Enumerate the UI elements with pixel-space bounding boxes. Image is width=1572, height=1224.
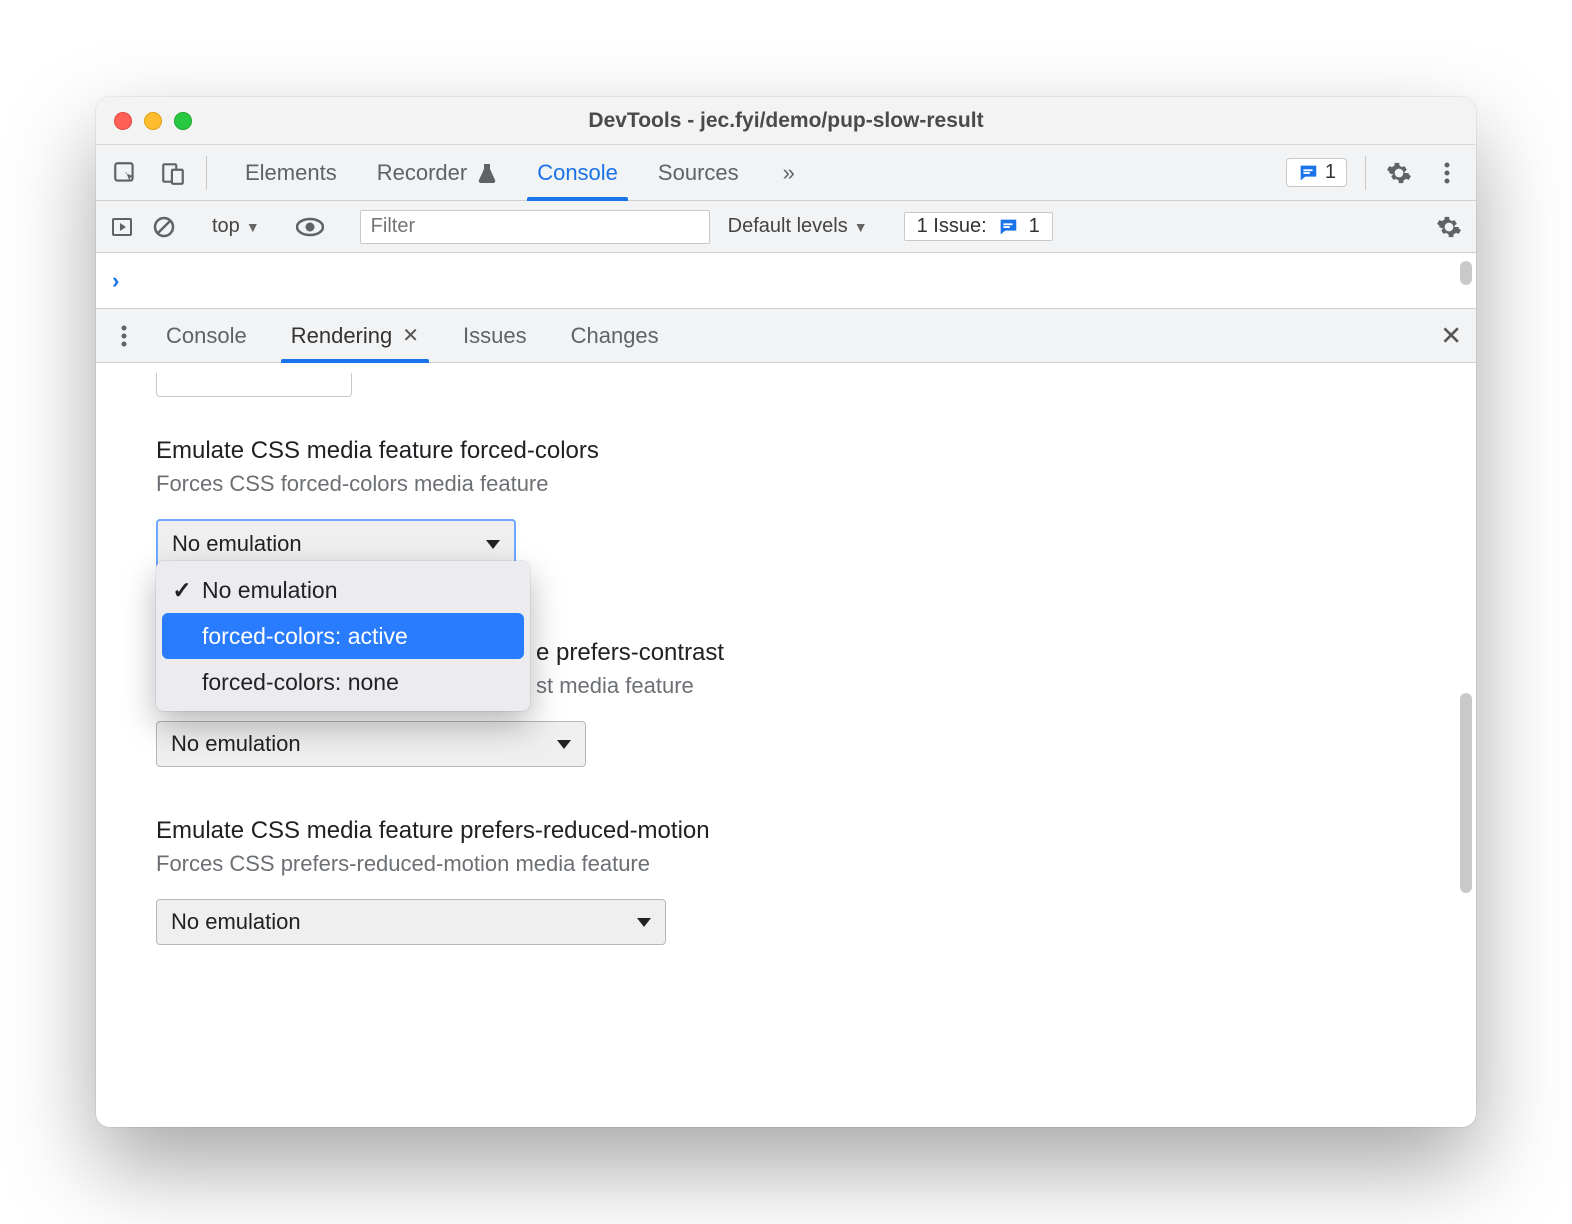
drawer-tab-console[interactable]: Console bbox=[144, 309, 269, 362]
drawer-more-menu-icon[interactable] bbox=[104, 309, 144, 362]
window-maximize-button[interactable] bbox=[174, 112, 192, 130]
scrollbar-thumb[interactable] bbox=[1460, 261, 1472, 285]
execution-context-selector[interactable]: top ▼ bbox=[212, 215, 260, 238]
chevron-down-icon bbox=[557, 740, 571, 749]
window-title: DevTools - jec.fyi/demo/pup-slow-result bbox=[96, 109, 1476, 133]
toolbar-divider bbox=[206, 156, 207, 190]
window-titlebar: DevTools - jec.fyi/demo/pup-slow-result bbox=[96, 97, 1476, 145]
forced-colors-dropdown: ✓ No emulation forced-colors: active for… bbox=[156, 561, 530, 711]
option-label: forced-colors: active bbox=[202, 623, 408, 650]
chevron-down-icon: ▼ bbox=[246, 219, 260, 235]
more-tabs-icon[interactable]: » bbox=[777, 160, 801, 186]
select-value: No emulation bbox=[171, 909, 301, 935]
window-minimize-button[interactable] bbox=[144, 112, 162, 130]
main-tabs: Elements Recorder Console Sources bbox=[225, 145, 759, 200]
tab-label: Elements bbox=[245, 160, 337, 186]
checkmark-icon: ✓ bbox=[172, 577, 192, 604]
main-toolbar: Elements Recorder Console Sources » bbox=[96, 145, 1476, 201]
tab-console[interactable]: Console bbox=[517, 145, 638, 200]
prefers-contrast-select[interactable]: No emulation bbox=[156, 721, 586, 767]
console-filter-input[interactable] bbox=[360, 210, 710, 244]
tab-elements[interactable]: Elements bbox=[225, 145, 357, 200]
settings-icon[interactable] bbox=[1384, 158, 1414, 188]
drawer-tab-label: Changes bbox=[571, 323, 659, 349]
section-title: Emulate CSS media feature prefers-reduce… bbox=[156, 817, 1416, 845]
tab-label: Sources bbox=[658, 160, 739, 186]
tab-label: Recorder bbox=[377, 160, 467, 186]
console-prompt-icon: › bbox=[112, 268, 119, 294]
window-close-button[interactable] bbox=[114, 112, 132, 130]
issues-counter[interactable]: 1 Issue: 1 bbox=[904, 212, 1053, 241]
section-title: Emulate CSS media feature forced-colors bbox=[156, 437, 1416, 465]
chevron-down-icon bbox=[637, 918, 651, 927]
clear-console-icon[interactable] bbox=[152, 215, 176, 239]
context-label: top bbox=[212, 215, 240, 238]
drawer-tab-label: Issues bbox=[463, 323, 527, 349]
levels-label: Default levels bbox=[728, 215, 848, 238]
truncated-prev-select[interactable] bbox=[156, 373, 352, 397]
console-settings-icon[interactable] bbox=[1436, 214, 1462, 240]
tab-label: Console bbox=[537, 160, 618, 186]
tab-recorder[interactable]: Recorder bbox=[357, 145, 517, 200]
window-traffic-lights bbox=[114, 112, 192, 130]
inspect-element-icon[interactable] bbox=[110, 158, 140, 188]
drawer-tab-changes[interactable]: Changes bbox=[549, 309, 681, 362]
option-label: forced-colors: none bbox=[202, 669, 399, 696]
log-levels-selector[interactable]: Default levels ▼ bbox=[728, 215, 868, 238]
chevron-down-icon bbox=[486, 540, 500, 549]
option-label: No emulation bbox=[202, 577, 338, 604]
rendering-pane: Emulate CSS media feature forced-colors … bbox=[96, 363, 1476, 1127]
close-tab-icon[interactable]: ✕ bbox=[402, 323, 419, 348]
console-sidebar-toggle-icon[interactable] bbox=[110, 215, 134, 239]
dropdown-option-fc-none[interactable]: forced-colors: none bbox=[162, 659, 524, 705]
section-prefers-reduced-motion: Emulate CSS media feature prefers-reduce… bbox=[156, 817, 1416, 945]
drawer-tab-issues[interactable]: Issues bbox=[441, 309, 549, 362]
drawer-tab-rendering[interactable]: Rendering ✕ bbox=[269, 309, 441, 362]
chevron-down-icon: ▼ bbox=[854, 219, 868, 235]
message-icon bbox=[997, 216, 1019, 238]
section-desc-partial: st media feature bbox=[536, 673, 1416, 699]
console-prompt-row[interactable]: › bbox=[96, 253, 1476, 309]
device-toolbar-icon[interactable] bbox=[158, 158, 188, 188]
section-desc: Forces CSS prefers-reduced-motion media … bbox=[156, 851, 1416, 877]
toolbar-divider bbox=[1365, 156, 1366, 190]
live-expression-icon[interactable] bbox=[296, 217, 324, 237]
tab-sources[interactable]: Sources bbox=[638, 145, 759, 200]
issues-badge[interactable]: 1 bbox=[1286, 158, 1347, 187]
section-forced-colors: Emulate CSS media feature forced-colors … bbox=[156, 437, 1416, 569]
issues-count: 1 bbox=[1029, 215, 1040, 238]
flask-icon bbox=[477, 162, 497, 184]
more-menu-icon[interactable] bbox=[1432, 158, 1462, 188]
console-toolbar: top ▼ Default levels ▼ 1 Issue: bbox=[96, 201, 1476, 253]
drawer-tab-label: Rendering bbox=[291, 323, 393, 349]
section-desc: Forces CSS forced-colors media feature bbox=[156, 471, 1416, 497]
prefers-reduced-motion-select[interactable]: No emulation bbox=[156, 899, 666, 945]
scrollbar-thumb[interactable] bbox=[1460, 693, 1472, 893]
drawer-close-icon[interactable]: ✕ bbox=[1440, 320, 1462, 351]
issues-prefix: 1 Issue: bbox=[917, 215, 987, 238]
select-value: No emulation bbox=[171, 731, 301, 757]
message-icon bbox=[1297, 162, 1319, 184]
section-title-partial: e prefers-contrast bbox=[536, 639, 1416, 667]
dropdown-option-no-emulation[interactable]: ✓ No emulation bbox=[162, 567, 524, 613]
drawer-tabbar: Console Rendering ✕ Issues Changes ✕ bbox=[96, 309, 1476, 363]
devtools-window: DevTools - jec.fyi/demo/pup-slow-result … bbox=[96, 97, 1476, 1127]
dropdown-option-active[interactable]: forced-colors: active bbox=[162, 613, 524, 659]
drawer-tab-label: Console bbox=[166, 323, 247, 349]
issues-badge-count: 1 bbox=[1325, 161, 1336, 184]
select-value: No emulation bbox=[172, 531, 302, 557]
